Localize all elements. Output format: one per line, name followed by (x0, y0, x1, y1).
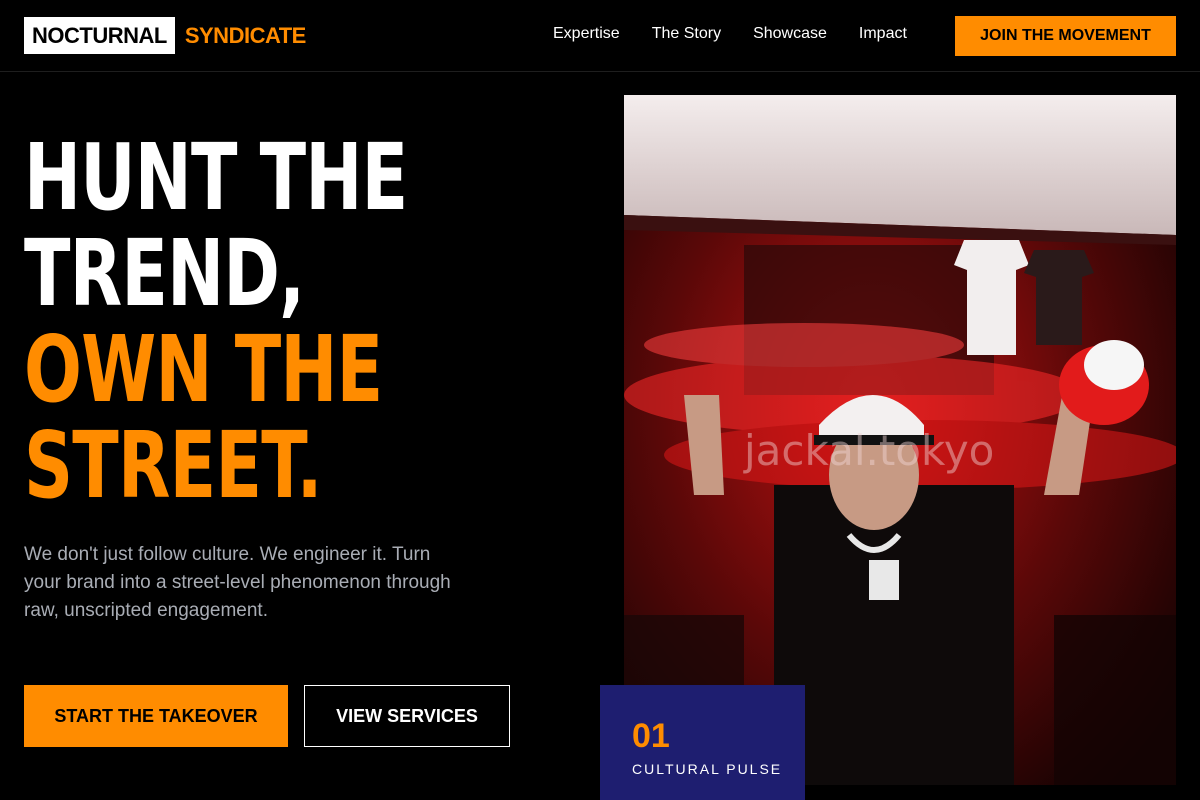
view-services-button[interactable]: VIEW SERVICES (304, 685, 510, 747)
hero-photo: jackal.tokyo (624, 95, 1176, 785)
headline-line-1: HUNT THE (24, 124, 408, 231)
logo[interactable]: NOCTURNAL SYNDICATE (24, 17, 306, 54)
main-nav: Expertise The Story Showcase Impact (553, 24, 907, 44)
hero-headline: HUNT THE TREND, OWN THE STREET. (24, 124, 408, 519)
join-movement-button[interactable]: JOIN THE MOVEMENT (955, 16, 1176, 56)
stat-number: 01 (632, 717, 670, 755)
hero-photo-illustration: jackal.tokyo (624, 95, 1176, 785)
stat-label: CULTURAL PULSE (632, 761, 783, 777)
logo-primary-text: NOCTURNAL (24, 17, 175, 54)
stat-card: 01 CULTURAL PULSE (600, 685, 805, 800)
nav-link-expertise[interactable]: Expertise (553, 24, 620, 44)
photo-watermark: jackal.tokyo (743, 426, 994, 475)
logo-accent-text: SYNDICATE (184, 22, 307, 48)
nav-link-the-story[interactable]: The Story (652, 24, 721, 44)
nav-link-showcase[interactable]: Showcase (753, 24, 827, 44)
nav-link-impact[interactable]: Impact (859, 24, 907, 44)
start-takeover-button[interactable]: START THE TAKEOVER (24, 685, 288, 747)
headline-line-3: OWN THE (24, 316, 383, 423)
site-header: NOCTURNAL SYNDICATE Expertise The Story … (0, 0, 1200, 72)
hero-lead-text: We don't just follow culture. We enginee… (24, 544, 451, 621)
headline-line-4: STREET. (24, 412, 322, 519)
headline-line-2: TREND, (24, 220, 305, 327)
